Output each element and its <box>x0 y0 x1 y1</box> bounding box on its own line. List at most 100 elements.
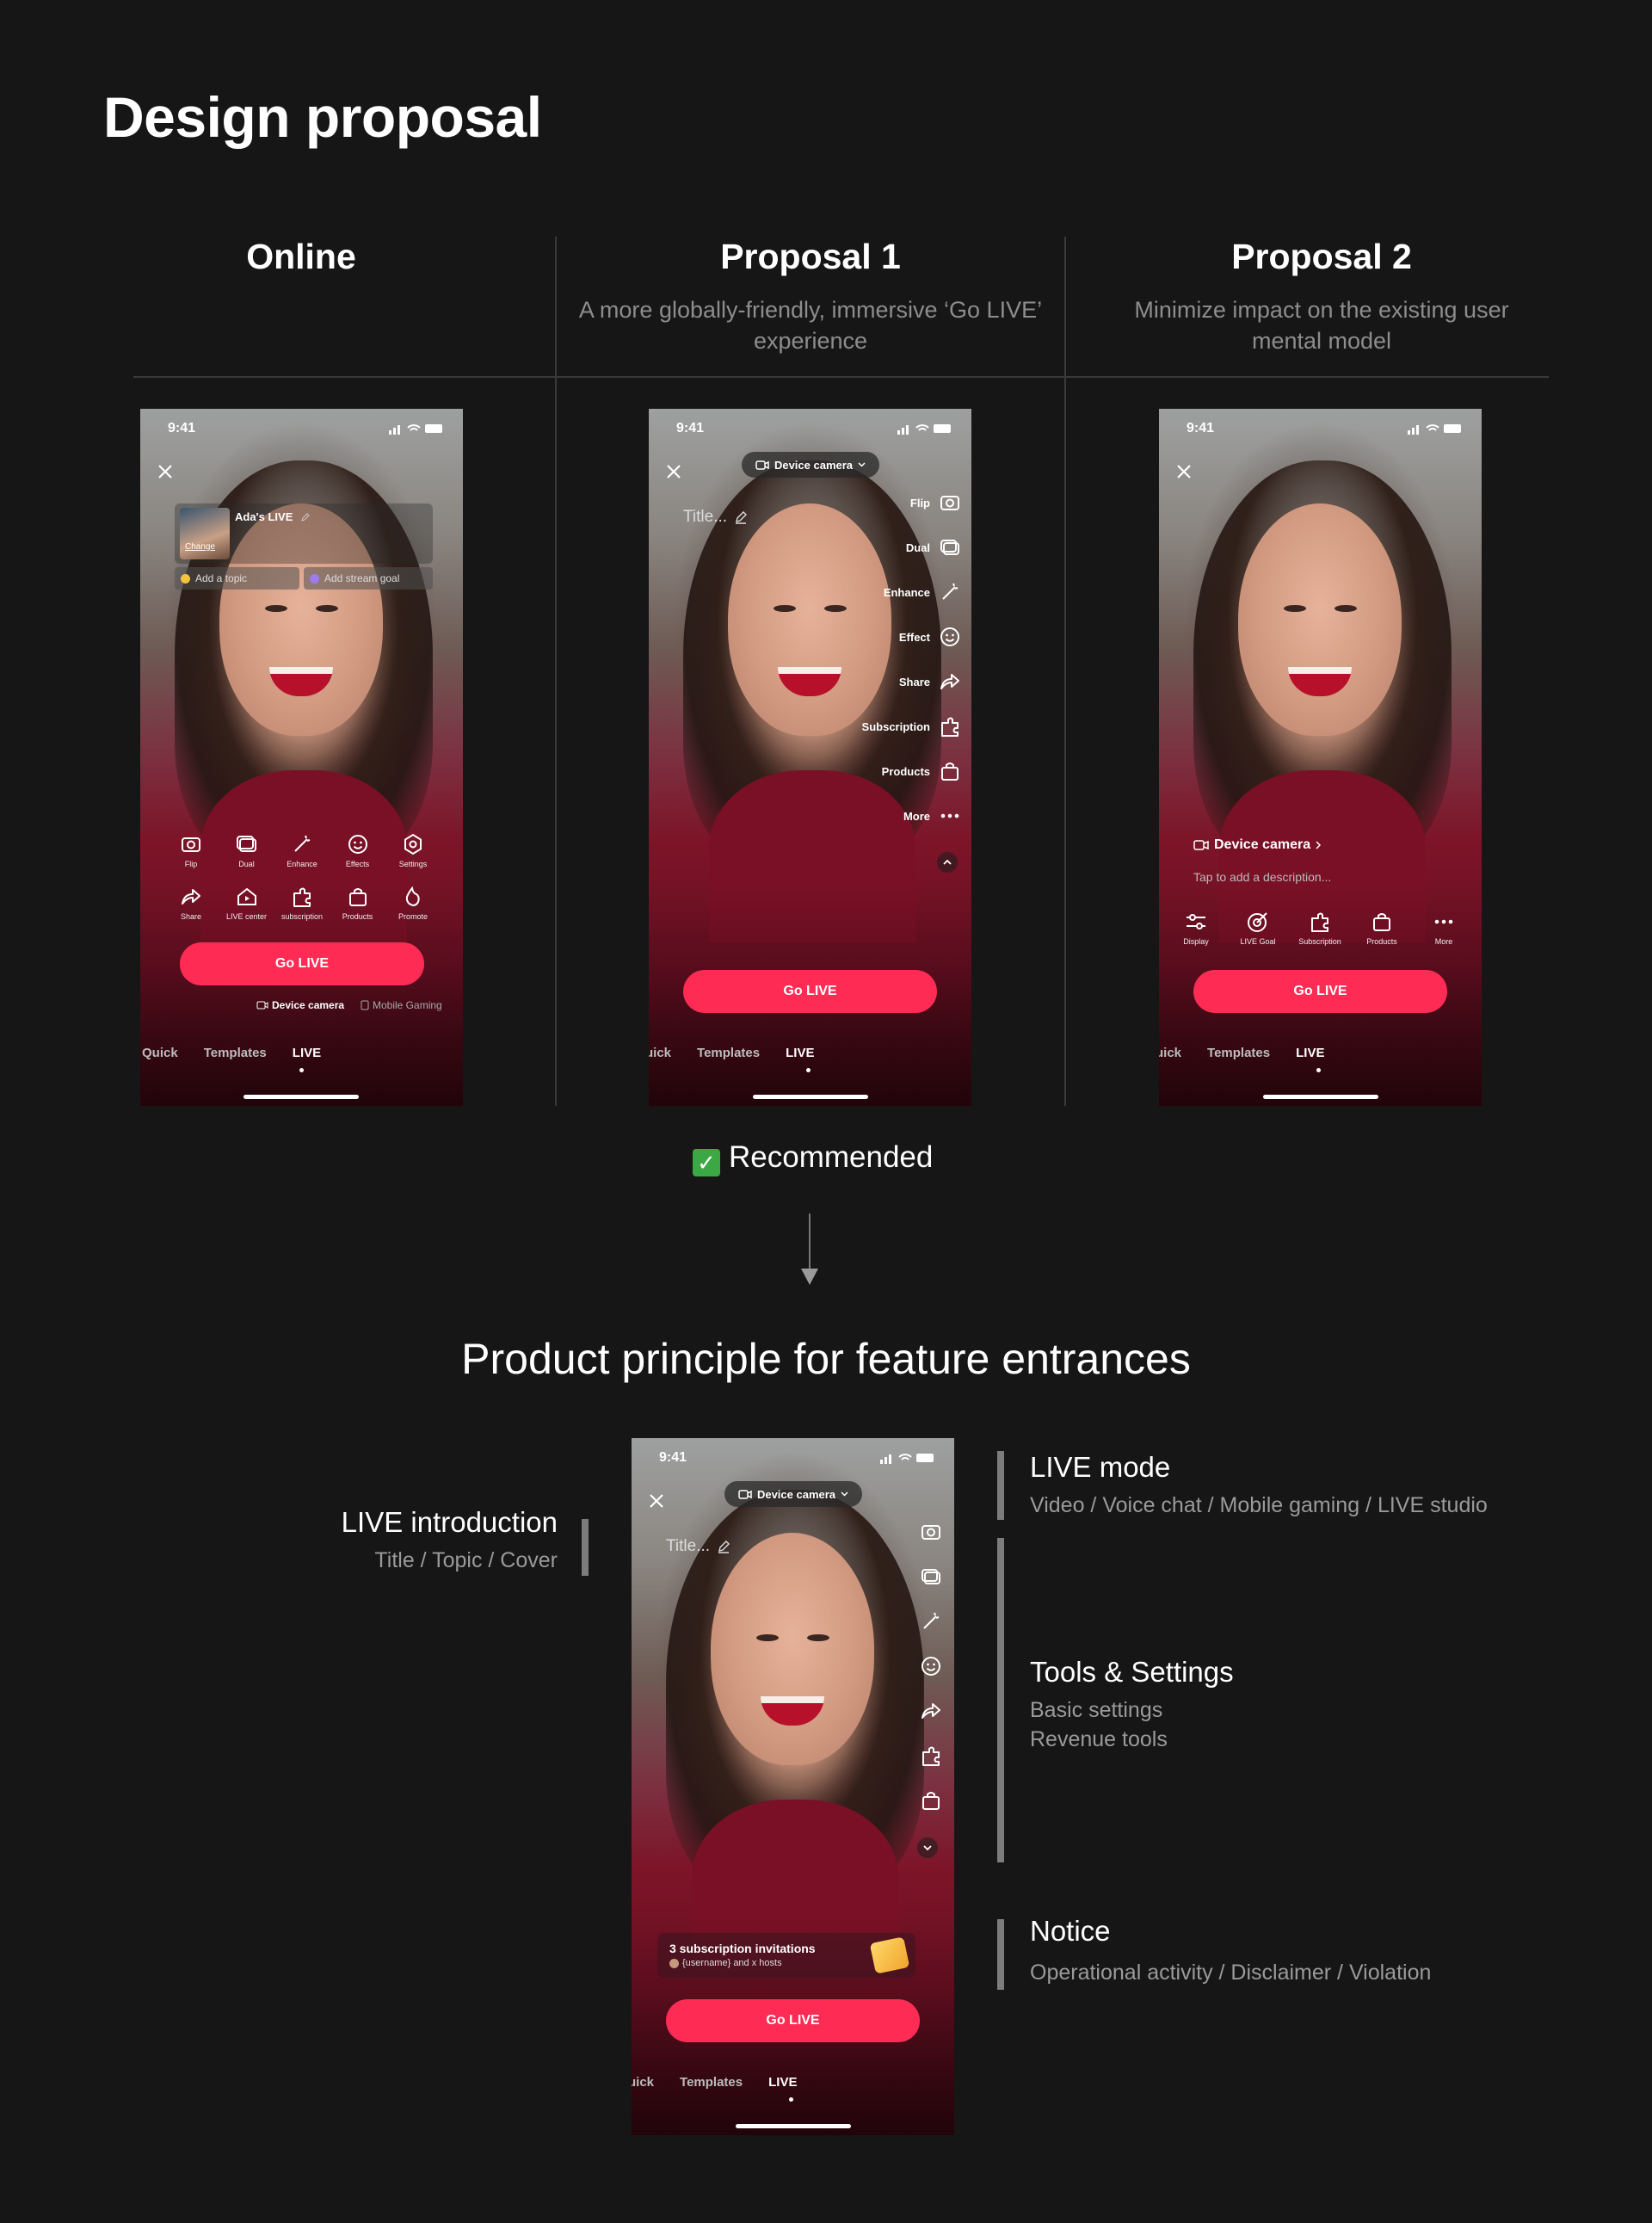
principle-title: Product principle for feature entrances <box>461 1335 1191 1383</box>
tab-templates[interactable]: Templates <box>680 2075 743 2090</box>
bag-icon[interactable] <box>920 1789 942 1812</box>
tool-label: LIVE center <box>225 912 268 921</box>
side-tool-label: Flip <box>909 496 930 509</box>
device-camera-label: Device camera <box>1214 837 1311 852</box>
tool-dual[interactable]: Dual <box>220 832 274 868</box>
cover-thumbnail[interactable] <box>180 508 230 559</box>
add-goal-label: Add stream goal <box>324 572 400 584</box>
side-tool-flip[interactable]: Flip <box>910 491 961 514</box>
portrait-face <box>711 1533 874 1765</box>
go-live-button[interactable]: Go LIVE <box>683 970 937 1013</box>
smile-icon <box>348 835 367 854</box>
side-tool-more[interactable]: More <box>903 805 961 827</box>
portrait-face <box>1238 503 1402 736</box>
tool-label: More <box>1434 937 1453 946</box>
side-tool-dual[interactable]: Dual <box>906 536 961 559</box>
tool-subscription[interactable]: Subscription <box>1293 910 1347 946</box>
go-live-button[interactable]: Go LIVE <box>1193 970 1447 1013</box>
tool-live-goal[interactable]: LIVE Goal <box>1231 910 1285 946</box>
tool-flip[interactable]: Flip <box>164 832 218 868</box>
tab-live[interactable]: LIVE <box>786 1046 814 1060</box>
tool-share[interactable]: Share <box>164 885 218 921</box>
description-field[interactable]: Tap to add a description... <box>1193 870 1331 884</box>
add-stream-goal-button[interactable]: Add stream goal <box>304 567 433 590</box>
tab-quick[interactable]: uick <box>1159 1046 1181 1060</box>
edit-icon[interactable] <box>300 512 311 522</box>
tool-settings[interactable]: Settings <box>386 832 440 868</box>
target-icon <box>1248 912 1267 932</box>
tab-live[interactable]: LIVE <box>768 2075 797 2090</box>
mode-device-camera[interactable]: Device camera <box>256 999 344 1011</box>
tab-templates[interactable]: Templates <box>697 1046 760 1060</box>
puzzle-icon[interactable] <box>920 1744 942 1767</box>
camera-selector-pill[interactable]: Device camera <box>724 1481 862 1507</box>
smile-icon[interactable] <box>920 1655 942 1677</box>
column-divider <box>1064 237 1066 1106</box>
side-tool-products[interactable]: Products <box>882 760 961 782</box>
side-tool-enhance[interactable]: Enhance <box>884 581 961 603</box>
mode-mobile-gaming[interactable]: Mobile Gaming <box>361 999 442 1011</box>
go-live-button[interactable]: Go LIVE <box>180 942 424 985</box>
side-tool-effect[interactable]: Effect <box>899 626 961 648</box>
tool-products[interactable]: Products <box>1355 910 1409 946</box>
camera-icon <box>1193 840 1209 850</box>
side-tool-label: Products <box>881 764 930 778</box>
tab-live[interactable]: LIVE <box>293 1046 321 1060</box>
wand-icon[interactable] <box>920 1610 942 1633</box>
tab-live[interactable]: LIVE <box>1296 1046 1324 1060</box>
title-field[interactable]: Title... <box>666 1537 730 1556</box>
bag-icon <box>348 888 367 906</box>
close-icon[interactable] <box>156 462 175 481</box>
tab-templates[interactable]: Templates <box>204 1046 267 1060</box>
home-indicator <box>736 2124 851 2128</box>
side-tool-subscription[interactable]: Subscription <box>862 715 961 738</box>
tool-subscription[interactable]: subscription <box>275 885 329 921</box>
camera-icon <box>738 1489 752 1499</box>
collapse-button[interactable] <box>937 852 958 873</box>
tab-quick[interactable]: uick <box>632 2075 654 2090</box>
close-icon[interactable] <box>1174 462 1193 481</box>
tab-quick[interactable]: Quick <box>142 1046 178 1060</box>
side-tool-label: Subscription <box>861 719 930 733</box>
arrow-down-icon <box>801 1213 818 1285</box>
active-tab-dot <box>806 1068 811 1072</box>
flip-icon[interactable] <box>920 1521 942 1543</box>
tool-label: Products <box>1366 937 1397 946</box>
side-tool-share[interactable]: Share <box>899 670 961 693</box>
title-placeholder: Title... <box>683 508 728 526</box>
close-icon[interactable] <box>647 1491 666 1510</box>
notice-card[interactable]: 3 subscription invitations {username} an… <box>657 1933 915 1978</box>
tool-effects[interactable]: Effects <box>331 832 385 868</box>
column-subtitle-proposal-1: A more globally-friendly, immersive ‘Go … <box>578 297 1043 354</box>
column-title-proposal-2: Proposal 2 <box>1231 237 1412 276</box>
tool-products[interactable]: Products <box>331 885 385 921</box>
bag-icon <box>941 763 959 781</box>
title-field[interactable]: Title... <box>683 508 748 527</box>
tool-enhance[interactable]: Enhance <box>275 832 329 868</box>
tool-display[interactable]: Display <box>1169 910 1223 946</box>
go-live-button[interactable]: Go LIVE <box>666 1999 920 2042</box>
device-camera-selector[interactable]: Device camera <box>1193 837 1322 853</box>
change-cover-link[interactable]: Change <box>185 542 215 552</box>
tool-more[interactable]: More <box>1417 910 1470 946</box>
status-time: 9:41 <box>1187 421 1215 435</box>
tab-templates[interactable]: Templates <box>1207 1046 1270 1060</box>
bottom-tabs: Quick Templates LIVE <box>142 1046 321 1060</box>
tool-label: LIVE Goal <box>1240 937 1276 946</box>
dual-icon[interactable] <box>920 1565 942 1588</box>
tab-quick[interactable]: uick <box>649 1046 671 1060</box>
add-topic-button[interactable]: Add a topic <box>175 567 299 590</box>
status-time: 9:41 <box>168 421 196 435</box>
share-icon <box>182 889 200 905</box>
camera-selector-pill[interactable]: Device camera <box>742 452 879 478</box>
share-icon[interactable] <box>920 1700 942 1722</box>
live-title[interactable]: Ada's LIVE <box>235 510 293 523</box>
close-icon[interactable] <box>664 462 683 481</box>
tool-live-center[interactable]: LIVE center <box>220 885 274 921</box>
tool-label: Dual <box>238 860 255 868</box>
label-subtitle: Video / Voice chat / Mobile gaming / LIV… <box>1030 1493 1488 1517</box>
side-tool-label: More <box>903 809 930 823</box>
flip-icon <box>182 837 200 852</box>
expand-button[interactable] <box>917 1837 938 1858</box>
tool-promote[interactable]: Promote <box>386 885 440 921</box>
